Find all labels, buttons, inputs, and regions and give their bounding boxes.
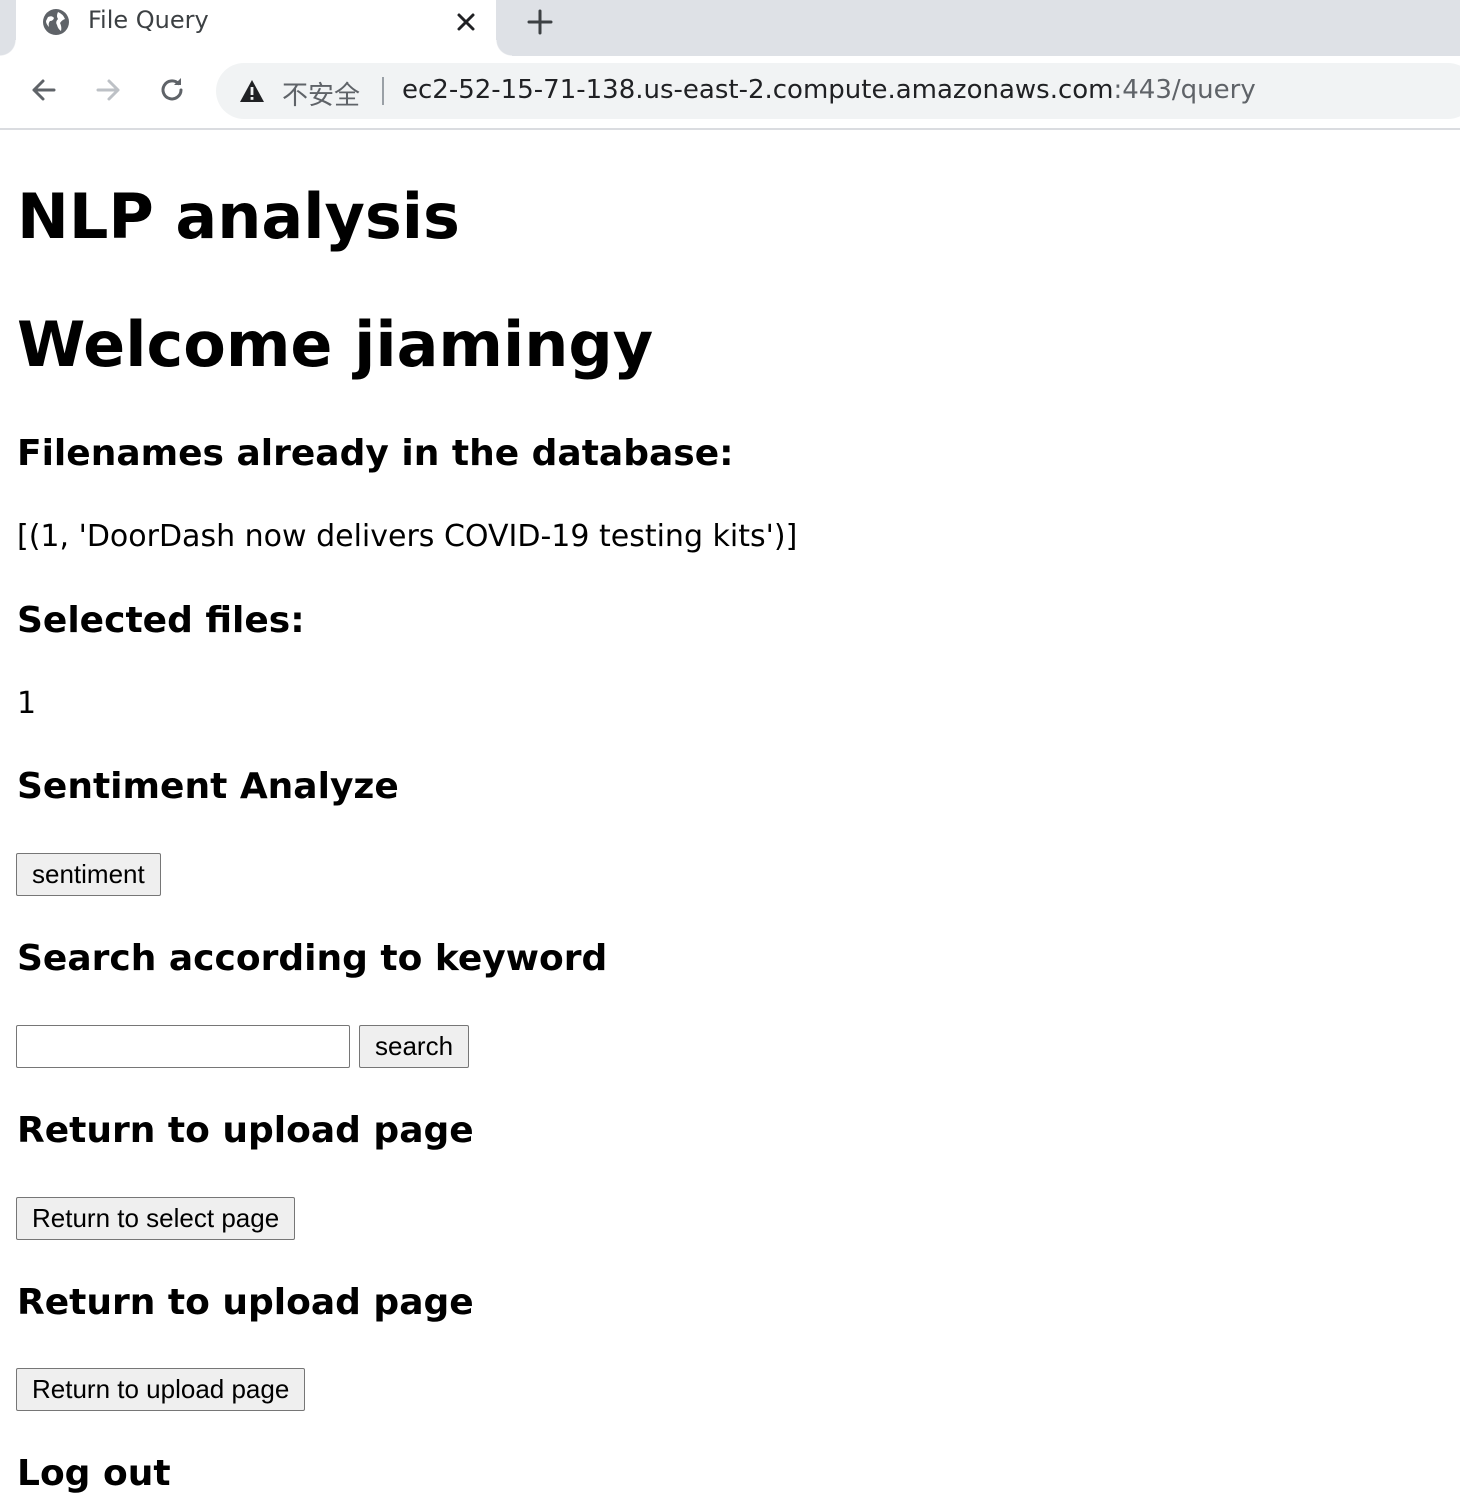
page-title: NLP analysis	[17, 180, 460, 253]
tab-strip: File Query	[0, 0, 1460, 56]
welcome-heading: Welcome jiamingy	[17, 308, 654, 381]
back-arrow-icon[interactable]	[26, 72, 62, 108]
return-to-upload-button[interactable]: Return to upload page	[16, 1368, 306, 1411]
sentiment-heading: Sentiment Analyze	[17, 766, 399, 807]
filenames-list: [(1, 'DoorDash now delivers COVID-19 tes…	[17, 519, 798, 554]
browser-toolbar: 不安全 ec2-52-15-71-138.us-east-2.compute.a…	[0, 56, 1460, 130]
security-status[interactable]: 不安全	[282, 75, 360, 112]
return-select-heading: Return to upload page	[17, 1110, 474, 1151]
tab-title: File Query	[88, 6, 209, 34]
address-divider	[382, 77, 384, 105]
search-button[interactable]: search	[359, 1025, 470, 1068]
selected-files-heading: Selected files:	[17, 600, 305, 641]
url-host: ec2-52-15-71-138.us-east-2.compute.amazo…	[402, 75, 1114, 105]
url-text[interactable]: ec2-52-15-71-138.us-east-2.compute.amazo…	[402, 75, 1256, 105]
keyword-search-input[interactable]	[16, 1025, 350, 1068]
return-to-select-button[interactable]: Return to select page	[16, 1197, 296, 1240]
sentiment-button[interactable]: sentiment	[16, 853, 161, 896]
filenames-heading: Filenames already in the database:	[17, 433, 734, 474]
url-path: :443/query	[1113, 75, 1256, 105]
warning-icon[interactable]	[238, 77, 266, 105]
reload-icon[interactable]	[154, 72, 190, 108]
forward-arrow-icon[interactable]	[90, 72, 126, 108]
logout-heading: Log out	[17, 1453, 171, 1494]
active-tab[interactable]: File Query	[0, 0, 512, 56]
new-tab-icon[interactable]	[524, 6, 556, 38]
return-upload-heading: Return to upload page	[17, 1282, 474, 1323]
address-bar[interactable]: 不安全 ec2-52-15-71-138.us-east-2.compute.a…	[216, 63, 1460, 119]
selected-files-value: 1	[17, 686, 37, 721]
globe-icon	[43, 9, 69, 35]
close-icon[interactable]	[452, 8, 480, 36]
search-heading: Search according to keyword	[17, 938, 608, 979]
